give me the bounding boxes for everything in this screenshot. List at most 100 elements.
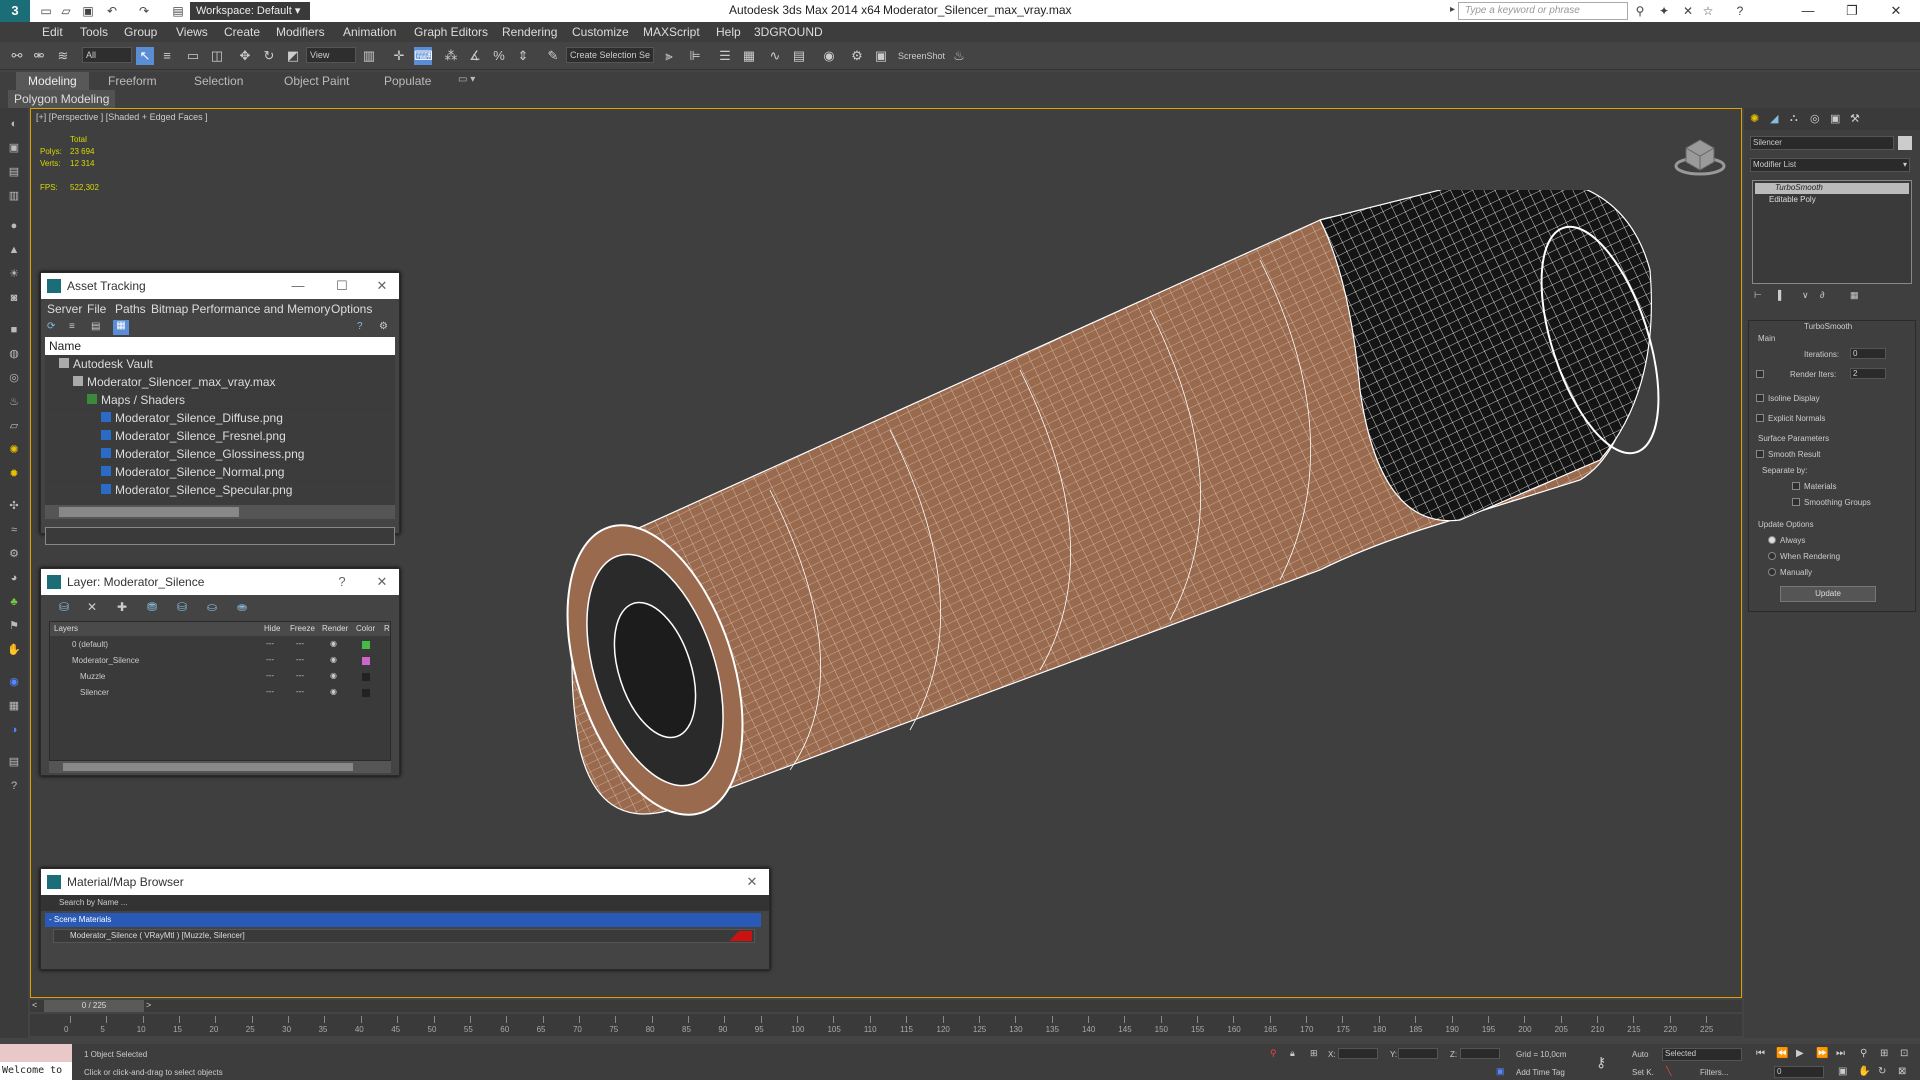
teapot-render-icon[interactable]: ♨ bbox=[950, 47, 968, 65]
bind-space-warp-icon[interactable]: ≋ bbox=[54, 47, 72, 65]
light-icon[interactable]: ☀ bbox=[6, 266, 22, 282]
link-icon[interactable]: ⚯ bbox=[8, 47, 26, 65]
render-iters-spinner[interactable]: 2 bbox=[1850, 368, 1886, 379]
tab-populate[interactable]: Populate bbox=[384, 74, 431, 88]
app-logo-icon[interactable]: 3 bbox=[0, 0, 30, 22]
print-icon[interactable]: ▦ bbox=[6, 698, 22, 714]
sphere-icon[interactable]: ● bbox=[6, 218, 22, 234]
asset-tree-row[interactable]: Moderator_Silence_Diffuse.png bbox=[45, 409, 395, 427]
box-icon[interactable]: ■ bbox=[6, 322, 22, 338]
make-unique-icon[interactable]: ∨ bbox=[1802, 290, 1809, 301]
material-item[interactable]: Moderator_Silence ( VRayMtl ) [Muzzle, S… bbox=[53, 929, 755, 943]
asset-hscroll-thumb[interactable] bbox=[59, 507, 239, 517]
move-icon[interactable]: ✥ bbox=[236, 47, 254, 65]
maxscript-listener-input[interactable]: Welcome to bbox=[0, 1062, 72, 1080]
asset-menu-paths[interactable]: Paths bbox=[115, 302, 146, 316]
asset-maximize-icon[interactable]: ☐ bbox=[331, 273, 353, 299]
layer-color-swatch[interactable] bbox=[362, 641, 370, 649]
plane-icon[interactable]: ▱ bbox=[6, 418, 22, 434]
col-r[interactable]: R bbox=[384, 624, 390, 633]
asset-minimize-icon[interactable]: — bbox=[287, 273, 309, 299]
layer-freeze-toggle[interactable]: --- bbox=[296, 671, 304, 680]
layer-hide-toggle[interactable]: --- bbox=[266, 687, 274, 696]
material-browser-close-icon[interactable]: ✕ bbox=[741, 869, 763, 895]
asset-menu-file[interactable]: File bbox=[87, 302, 106, 316]
viewport-icon-4[interactable]: ▥ bbox=[6, 188, 22, 204]
torus-icon[interactable]: ◎ bbox=[6, 370, 22, 386]
info-icon[interactable]: ? bbox=[6, 778, 22, 794]
render-teapot-icon[interactable]: ◉ bbox=[330, 639, 337, 648]
curve-editor-icon[interactable]: ∿ bbox=[766, 47, 784, 65]
new-file-icon[interactable]: ▭ bbox=[38, 3, 54, 19]
undo-icon[interactable]: ↶ bbox=[104, 3, 120, 19]
angle-snap-icon[interactable]: ∡ bbox=[466, 47, 484, 65]
col-layers[interactable]: Layers bbox=[54, 624, 78, 633]
remove-modifier-icon[interactable]: ∂ bbox=[1820, 290, 1824, 300]
motion-tab-icon[interactable]: ◎ bbox=[1810, 112, 1820, 125]
layer-color-swatch[interactable] bbox=[362, 689, 370, 697]
smoothing-groups-checkbox[interactable] bbox=[1792, 498, 1800, 506]
viewport-icon-2[interactable]: ▣ bbox=[6, 140, 22, 156]
redo-icon[interactable]: ↷ bbox=[136, 3, 152, 19]
viewport-label[interactable]: [+] [Perspective ] [Shaded + Edged Faces… bbox=[36, 112, 208, 122]
object-name-field[interactable]: Silencer bbox=[1750, 136, 1894, 150]
layer-row[interactable]: Silencer --- --- ◉ bbox=[50, 686, 390, 701]
stack-item-turbosmooth[interactable]: TurboSmooth bbox=[1755, 183, 1909, 194]
x-coordinate-field[interactable] bbox=[1338, 1048, 1378, 1059]
edit-named-selection-icon[interactable]: ✎ bbox=[544, 47, 562, 65]
layers-icon[interactable]: ▤ bbox=[6, 754, 22, 770]
show-end-result-icon[interactable]: ▌ bbox=[1778, 290, 1784, 300]
reference-coordinate-select[interactable]: View bbox=[306, 47, 356, 63]
minimize-icon[interactable]: — bbox=[1788, 0, 1828, 22]
layer-row[interactable]: 0 (default) --- --- ◉ bbox=[50, 638, 390, 653]
plant-icon[interactable]: ♣ bbox=[6, 594, 22, 610]
named-selection-set-select[interactable]: Create Selection Se bbox=[566, 47, 654, 63]
asset-list-icon[interactable]: ≡ bbox=[69, 321, 75, 332]
asset-detail-icon[interactable]: ▤ bbox=[91, 321, 100, 332]
display-tab-icon[interactable]: ▣ bbox=[1830, 112, 1840, 125]
open-file-icon[interactable]: ▱ bbox=[58, 3, 74, 19]
stack-item-editable-poly[interactable]: Editable Poly bbox=[1755, 195, 1909, 206]
communication-icon[interactable]: ✕ bbox=[1680, 3, 1696, 19]
key-filter-select[interactable]: Selected bbox=[1662, 1048, 1742, 1061]
menu-views[interactable]: Views bbox=[176, 25, 208, 39]
layer-freeze-toggle[interactable]: --- bbox=[296, 655, 304, 664]
pan-icon[interactable]: ✋ bbox=[1858, 1066, 1870, 1077]
layer-select-objects-icon[interactable]: ⛁ bbox=[177, 600, 187, 614]
menu-3dground[interactable]: 3DGROUND bbox=[754, 25, 823, 39]
time-prev-icon[interactable]: < bbox=[32, 1000, 37, 1010]
select-object-icon[interactable]: ↖ bbox=[136, 47, 154, 65]
play-icon[interactable]: ▶ bbox=[1796, 1048, 1804, 1059]
absolute-mode-icon[interactable]: ⊞ bbox=[1310, 1048, 1318, 1059]
object-color-swatch[interactable] bbox=[1898, 136, 1912, 150]
layer-hscroll-thumb[interactable] bbox=[63, 763, 353, 771]
menu-graph-editors[interactable]: Graph Editors bbox=[414, 25, 488, 39]
asset-table-icon[interactable]: ▦ bbox=[113, 320, 129, 335]
time-tag-icon[interactable]: ▣ bbox=[1496, 1066, 1505, 1077]
layer-close-icon[interactable]: ✕ bbox=[371, 569, 393, 595]
align-icon[interactable]: ⊫ bbox=[686, 47, 704, 65]
mirror-icon[interactable]: ⫸ bbox=[660, 47, 678, 65]
tab-object-paint[interactable]: Object Paint bbox=[284, 74, 349, 88]
time-config-icon[interactable]: ▣ bbox=[1838, 1066, 1847, 1077]
manually-radio[interactable] bbox=[1768, 568, 1776, 576]
spacewarp-icon[interactable]: ≈ bbox=[6, 522, 22, 538]
favorites-icon[interactable]: ☆ bbox=[1700, 3, 1716, 19]
modifier-list-select[interactable]: Modifier List ▾ bbox=[1750, 158, 1910, 172]
menu-maxscript[interactable]: MAXScript bbox=[643, 25, 700, 39]
utilities-tab-icon[interactable]: ⚒ bbox=[1850, 112, 1860, 125]
hand-icon[interactable]: ✋ bbox=[6, 642, 22, 658]
maxscript-listener-top[interactable] bbox=[0, 1044, 72, 1062]
render-sphere-icon[interactable]: ◉ bbox=[6, 674, 22, 690]
prev-frame-icon[interactable]: ⏪ bbox=[1776, 1048, 1788, 1059]
asset-settings-icon[interactable]: ⚙ bbox=[379, 321, 388, 332]
viewcube[interactable] bbox=[1672, 132, 1728, 180]
layer-add-selected-icon[interactable]: ⛃ bbox=[147, 600, 157, 614]
tab-selection[interactable]: Selection bbox=[194, 74, 243, 88]
explicit-normals-checkbox[interactable] bbox=[1756, 414, 1764, 422]
key-filter-icon[interactable]: ╲ bbox=[1666, 1066, 1671, 1077]
select-by-name-icon[interactable]: ≡ bbox=[158, 47, 176, 65]
asset-menu-bitmap[interactable]: Bitmap Performance and Memory bbox=[151, 302, 330, 316]
key-icon[interactable]: ⚷ bbox=[1596, 1054, 1606, 1071]
asset-tree-row[interactable]: Moderator_Silence_Normal.png bbox=[45, 463, 395, 481]
